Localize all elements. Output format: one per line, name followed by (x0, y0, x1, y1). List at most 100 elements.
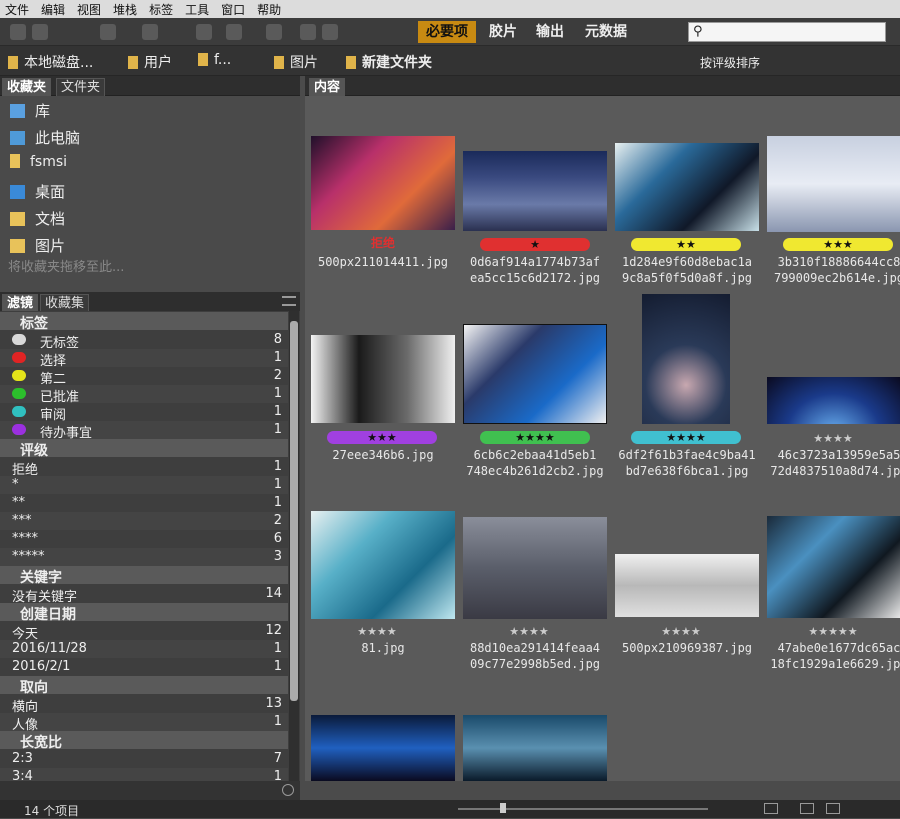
label-review-icon (12, 406, 26, 417)
workspace-metadata[interactable]: 元数据 (577, 21, 635, 43)
favorite-fsmsi[interactable]: fsmsi (10, 154, 67, 170)
tab-favorites[interactable]: 收藏夹 (2, 78, 52, 96)
clear-filter-icon[interactable] (282, 784, 294, 796)
filter-row[interactable]: 选择 1 (0, 349, 288, 369)
camera-icon[interactable] (196, 24, 212, 40)
recent-icon[interactable] (100, 24, 116, 40)
filter-row[interactable]: 待办事宜 1 (0, 421, 288, 441)
filter-row[interactable]: 2:3 7 (0, 750, 288, 768)
crumb-drive[interactable]: 本地磁盘... (8, 52, 93, 72)
search-input[interactable]: ⚲ (688, 22, 886, 42)
thumbnail[interactable] (463, 324, 607, 424)
workspace-filmstrip[interactable]: 胶片 (481, 21, 525, 43)
thumbnail[interactable] (615, 554, 759, 617)
crumb-pictures[interactable]: 图片 (274, 52, 318, 72)
filter-row[interactable]: *** 2 (0, 512, 288, 530)
favorites-tabbar: 收藏夹 文件夹 (0, 76, 300, 96)
filter-section-aspect[interactable]: 长宽比 (0, 731, 288, 751)
thumbnail[interactable] (463, 517, 607, 619)
grid-view-icon[interactable] (764, 803, 778, 814)
label-todo-icon (12, 424, 26, 435)
favorite-desktop[interactable]: 桌面 (10, 181, 65, 202)
file-name: ea5cc15c6d2172.jpg (469, 271, 601, 285)
menu-window[interactable]: 窗口 (216, 1, 252, 18)
menu-tools[interactable]: 工具 (180, 1, 216, 18)
tab-content[interactable]: 内容 (309, 78, 346, 96)
file-name: 1d284e9f60d8ebac1a (621, 255, 753, 269)
list-view-icon[interactable] (826, 803, 840, 814)
thumbnail[interactable] (311, 335, 455, 423)
favorite-pictures[interactable]: 图片 (10, 235, 65, 256)
crumb-users[interactable]: 用户 (128, 52, 172, 72)
panel-menu-icon[interactable] (282, 296, 296, 306)
menu-view[interactable]: 视图 (72, 1, 108, 18)
filter-row[interactable]: ***** 3 (0, 548, 288, 566)
user-folder-icon (10, 154, 20, 168)
sort-dropdown[interactable]: 按评级排序 (700, 54, 760, 71)
details-view-icon[interactable] (800, 803, 814, 814)
rotate-right-icon[interactable] (322, 24, 338, 40)
filter-section-rating[interactable]: 评级 (0, 439, 288, 459)
thumbnail[interactable] (642, 294, 730, 424)
filter-row[interactable]: 2016/11/28 1 (0, 640, 288, 658)
workspace-essentials[interactable]: 必要项 (418, 21, 476, 43)
folder-icon (198, 53, 208, 66)
thumbnail[interactable] (615, 143, 759, 231)
workspace-output[interactable]: 输出 (528, 21, 572, 43)
thumbnail[interactable] (767, 516, 900, 618)
thumbnail-size-slider[interactable] (458, 808, 708, 810)
menu-file[interactable]: 文件 (0, 1, 36, 18)
favorite-documents[interactable]: 文档 (10, 208, 65, 229)
label-select-icon (12, 352, 26, 363)
filter-section-keywords[interactable]: 关键字 (0, 566, 288, 586)
thumbnail[interactable] (311, 511, 455, 619)
thumbnail[interactable] (311, 136, 455, 230)
tab-folders[interactable]: 文件夹 (56, 78, 106, 96)
filter-row[interactable]: * 1 (0, 476, 288, 494)
rotate-left-icon[interactable] (300, 24, 316, 40)
filter-section-orientation[interactable]: 取向 (0, 676, 288, 696)
crumb-new-folder[interactable]: 新建文件夹 (346, 52, 432, 72)
crumb-user[interactable]: f... (198, 52, 231, 68)
file-name: 09c77e2998b5ed.jpg (469, 657, 601, 671)
tab-filter[interactable]: 滤镜 (2, 294, 39, 312)
filter-row[interactable]: 已批准 1 (0, 385, 288, 405)
filter-row[interactable]: 没有关键字 14 (0, 585, 288, 605)
favorite-this-pc[interactable]: 此电脑 (10, 127, 80, 148)
filter-row[interactable]: **** 6 (0, 530, 288, 548)
slider-thumb[interactable] (500, 803, 506, 813)
open-recent-icon[interactable] (266, 24, 282, 40)
filter-row[interactable]: 今天 12 (0, 622, 288, 642)
label-bar: ★★★ (327, 431, 437, 444)
reject-label: 拒绝 (370, 236, 395, 250)
forward-icon[interactable] (32, 24, 48, 40)
filter-row[interactable]: 3:4 1 (0, 768, 288, 781)
thumbnail[interactable] (311, 715, 455, 781)
filter-row[interactable]: 第二 2 (0, 367, 288, 387)
menu-stack[interactable]: 堆栈 (108, 1, 144, 18)
filter-row[interactable]: 人像 1 (0, 713, 288, 733)
filter-row[interactable]: 横向 13 (0, 695, 288, 715)
filter-row[interactable]: 审阅 1 (0, 403, 288, 423)
thumbnail[interactable] (463, 715, 607, 781)
scrollbar-thumb[interactable] (290, 321, 298, 701)
filter-row[interactable]: ** 1 (0, 494, 288, 512)
filter-row[interactable]: 拒绝 1 (0, 458, 288, 478)
back-icon[interactable] (10, 24, 26, 40)
filter-section-date[interactable]: 创建日期 (0, 603, 288, 623)
filter-row[interactable]: 无标签 8 (0, 331, 288, 351)
menu-edit[interactable]: 编辑 (36, 1, 72, 18)
favorite-library[interactable]: 库 (10, 100, 50, 121)
tab-collections[interactable]: 收藏集 (40, 294, 90, 312)
filter-scrollbar[interactable] (289, 311, 299, 781)
filter-section-labels[interactable]: 标签 (0, 312, 288, 332)
thumbnail[interactable] (463, 151, 607, 231)
menu-label[interactable]: 标签 (144, 1, 180, 18)
refine-icon[interactable] (226, 24, 242, 40)
file-name: 18fc1929a1e6629.jpg (770, 657, 900, 671)
boomerang-icon[interactable] (142, 24, 158, 40)
menu-help[interactable]: 帮助 (252, 1, 288, 18)
filter-row[interactable]: 2016/2/1 1 (0, 658, 288, 676)
thumbnail[interactable] (767, 377, 900, 424)
thumbnail[interactable] (767, 136, 900, 232)
